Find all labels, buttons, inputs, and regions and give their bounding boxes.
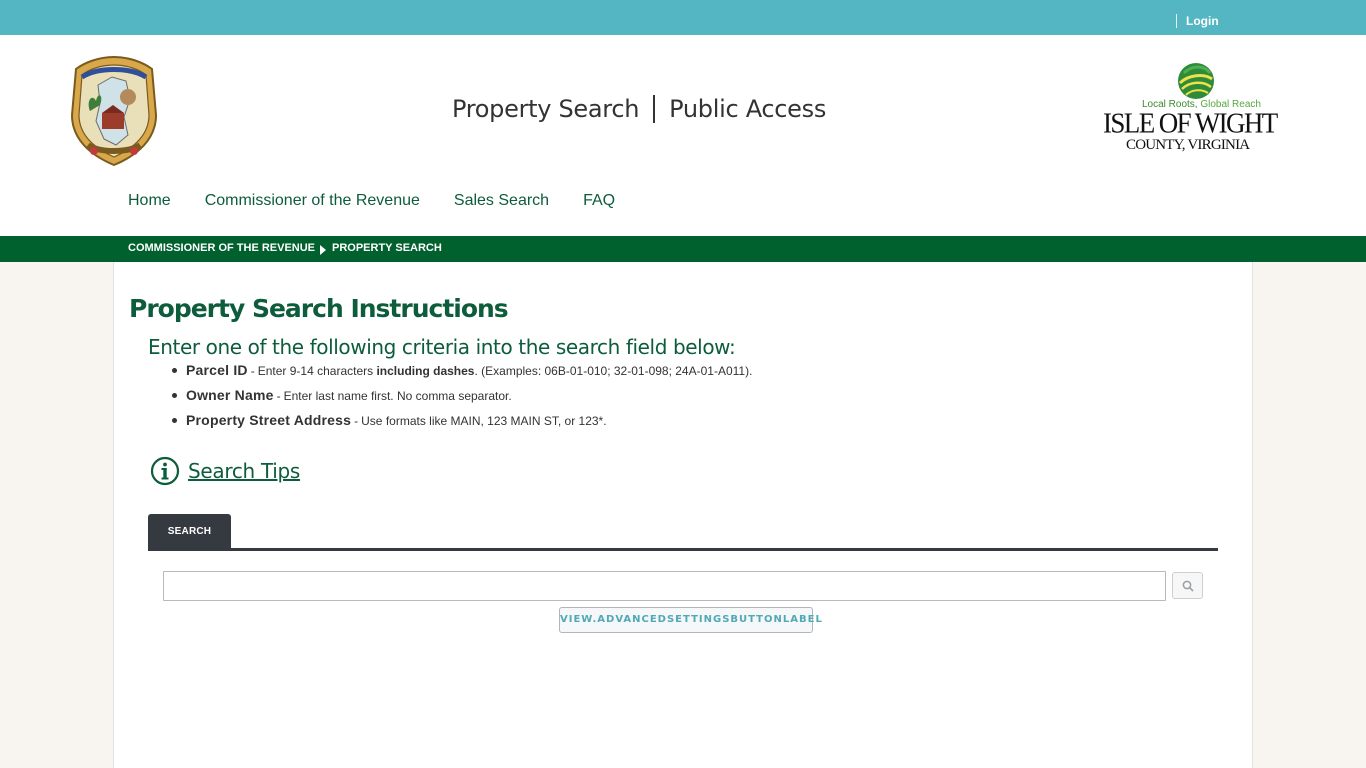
list-item: Owner Name - Enter last name first. No com… xyxy=(172,387,752,412)
criteria-list: Parcel ID - Enter 9-14 characters includin… xyxy=(172,362,752,437)
brand-name: ISLE OF WIGHT xyxy=(1103,107,1278,139)
nav-commissioner-of-the-revenue[interactable]: Commissioner of the Revenue xyxy=(205,192,420,210)
nav-faq[interactable]: FAQ xyxy=(583,192,615,210)
search-button[interactable] xyxy=(1172,572,1203,599)
county-seal-icon xyxy=(70,55,158,167)
main-nav: Home Commissioner of the Revenue Sales S… xyxy=(128,192,615,210)
breadcrumb-arrow-icon xyxy=(320,245,326,255)
search-tips: Search Tips xyxy=(150,456,300,486)
list-item: Property Street Address - Use formats like… xyxy=(172,412,752,437)
utility-separator xyxy=(1176,14,1177,28)
tab-search[interactable]: SEARCH xyxy=(148,514,231,549)
site-title-primary: Property Search xyxy=(452,95,640,123)
county-brand-logo: Local Roots, Global Reach ISLE OF WIGHT … xyxy=(1100,61,1290,153)
info-icon xyxy=(150,456,180,486)
globe-logo-icon xyxy=(1178,63,1214,99)
title-divider xyxy=(653,95,656,123)
site-title: Property Search Public Access xyxy=(452,95,826,123)
list-item: Parcel ID - Enter 9-14 characters includin… xyxy=(172,362,752,387)
criteria-term: Owner Name xyxy=(186,387,274,403)
brand-subname: COUNTY, VIRGINIA xyxy=(1126,137,1250,153)
search-tips-link[interactable]: Search Tips xyxy=(188,459,300,483)
search-icon xyxy=(1182,580,1194,592)
page-title: Property Search Instructions xyxy=(129,294,509,323)
login-link[interactable]: Login xyxy=(1186,14,1219,28)
nav-home[interactable]: Home xyxy=(128,192,171,210)
breadcrumb: COMMISSIONER OF THE REVENUE PROPERTY SEA… xyxy=(0,236,1366,262)
nav-sales-search[interactable]: Sales Search xyxy=(454,192,549,210)
tab-underline xyxy=(148,548,1218,551)
search-input[interactable] xyxy=(163,571,1166,601)
site-header: Property Search Public Access Local Roots… xyxy=(0,35,1366,236)
breadcrumb-current: PROPERTY SEARCH xyxy=(332,242,442,254)
instructions-lead: Enter one of the following criteria into… xyxy=(148,335,736,359)
criteria-term: Property Street Address xyxy=(186,412,352,428)
site-title-secondary: Public Access xyxy=(669,95,827,123)
top-utility-bar: Login xyxy=(0,0,1366,35)
breadcrumb-parent[interactable]: COMMISSIONER OF THE REVENUE xyxy=(128,242,315,254)
advanced-settings-button[interactable]: VIEW.ADVANCEDSETTINGSBUTTONLABEL xyxy=(559,607,822,633)
criteria-term: Parcel ID xyxy=(186,362,248,378)
